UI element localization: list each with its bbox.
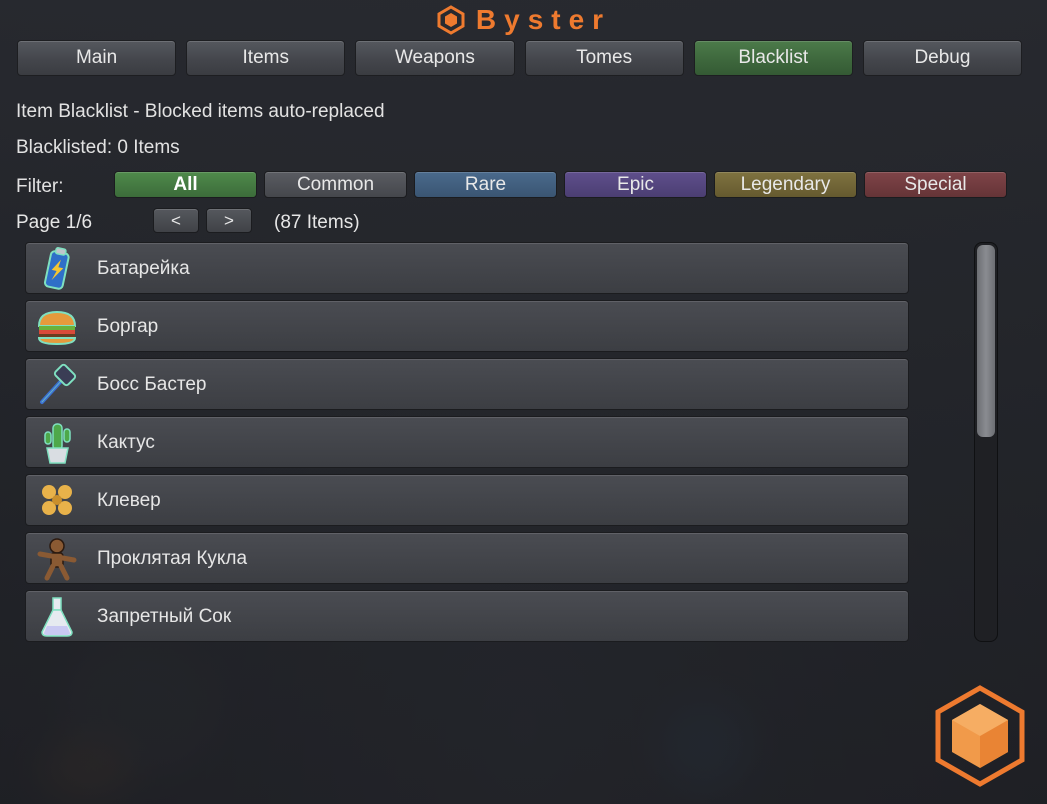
- prev-page-button[interactable]: <: [153, 208, 199, 233]
- item-name: Проклятая Кукла: [97, 548, 248, 569]
- tab-main[interactable]: Main: [17, 40, 177, 76]
- item-name: Кактус: [97, 432, 155, 453]
- item-list: Батарейка Боргар Босс Бастер Кактус Клев…: [25, 242, 909, 648]
- filter-rare-button[interactable]: Rare: [414, 171, 557, 198]
- item-name: Босс Бастер: [97, 374, 207, 395]
- filter-all-button[interactable]: All: [114, 171, 257, 198]
- tab-tomes[interactable]: Tomes: [524, 40, 684, 76]
- filter-special-button[interactable]: Special: [864, 171, 1007, 198]
- item-name: Батарейка: [97, 258, 190, 279]
- byster-logo-small-icon: [437, 5, 465, 35]
- tab-bar: Main Items Weapons Tomes Blacklist Debug: [17, 40, 1023, 76]
- next-page-button[interactable]: >: [206, 208, 252, 233]
- filter-label: Filter:: [16, 176, 64, 197]
- burger-icon: [37, 310, 77, 346]
- app-title: Byster: [475, 4, 612, 35]
- item-row[interactable]: Босс Бастер: [25, 358, 909, 410]
- tab-items[interactable]: Items: [186, 40, 346, 76]
- scrollbar-thumb[interactable]: [977, 245, 995, 437]
- page-indicator: Page 1/6: [16, 212, 93, 233]
- pagination: Page 1/6 < > (87 Items): [16, 208, 616, 236]
- item-row[interactable]: Запретный Сок: [25, 590, 909, 642]
- blacklist-heading: Item Blacklist - Blocked items auto-repl…: [16, 101, 385, 122]
- filter-legendary-button[interactable]: Legendary: [714, 171, 857, 198]
- blacklist-count: Blacklisted: 0 Items: [16, 137, 180, 158]
- item-name: Запретный Сок: [97, 606, 232, 627]
- rarity-filter-group: All Common Rare Epic Legendary Special: [114, 171, 1007, 198]
- item-row[interactable]: Батарейка: [25, 242, 909, 294]
- filter-common-button[interactable]: Common: [264, 171, 407, 198]
- item-name: Клевер: [97, 490, 161, 511]
- item-row[interactable]: Проклятая Кукла: [25, 532, 909, 584]
- filter-epic-button[interactable]: Epic: [564, 171, 707, 198]
- byster-logo-icon: [935, 685, 1025, 787]
- potion-flask-icon: [41, 597, 73, 637]
- voodoo-doll-icon: [37, 538, 77, 581]
- tab-debug[interactable]: Debug: [862, 40, 1023, 76]
- hammer-icon: [40, 363, 77, 404]
- item-row[interactable]: Боргар: [25, 300, 909, 352]
- clover-icon: [42, 485, 72, 515]
- title-bar: Byster: [0, 2, 1047, 38]
- battery-icon: [43, 247, 70, 290]
- item-row[interactable]: Кактус: [25, 416, 909, 468]
- item-row[interactable]: Клевер: [25, 474, 909, 526]
- tab-weapons[interactable]: Weapons: [355, 40, 515, 76]
- item-list-scrollbar[interactable]: [974, 242, 998, 642]
- cactus-icon: [44, 423, 71, 464]
- byster-panel: Byster Main Items Weapons Tomes Blacklis…: [0, 0, 1047, 804]
- tab-blacklist[interactable]: Blacklist: [693, 40, 853, 76]
- total-items-count: (87 Items): [274, 212, 360, 233]
- item-name: Боргар: [97, 316, 159, 337]
